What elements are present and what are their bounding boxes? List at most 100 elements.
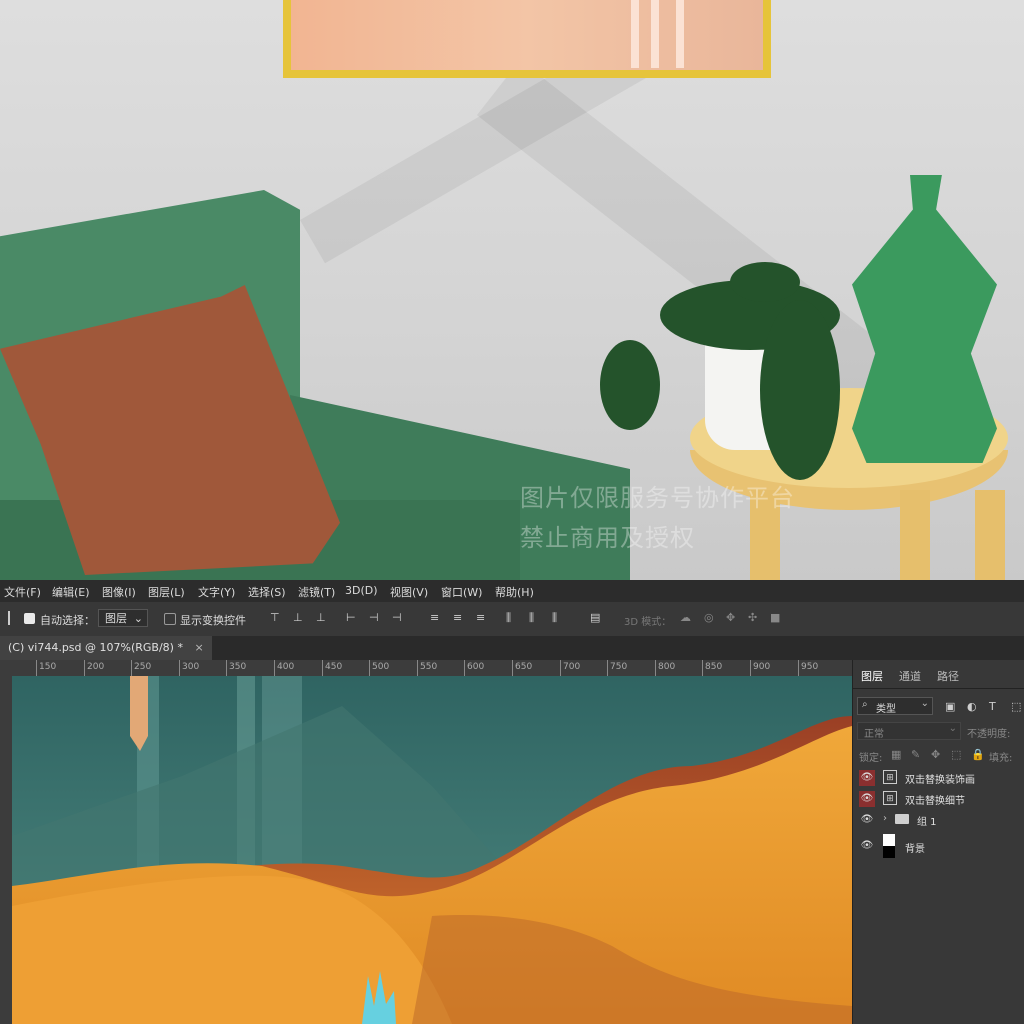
layer-name: 双击替换细节: [905, 796, 965, 807]
auto-select-checkbox[interactable]: [24, 613, 35, 624]
ruler-tick: [179, 660, 180, 676]
eye-icon[interactable]: 👁: [859, 791, 875, 807]
ruler-label: 500: [372, 662, 390, 672]
align-hcenter-icon[interactable]: ⊣: [369, 611, 379, 624]
lock-artboard-icon[interactable]: ⬚: [951, 748, 961, 761]
layer-row[interactable]: 👁 ⊞ 双击替换装饰画: [853, 768, 1024, 788]
menu-layer[interactable]: 图层(L): [148, 584, 185, 600]
auto-select-value: 图层: [105, 612, 127, 625]
filter-shape-icon[interactable]: ⬚: [1011, 700, 1021, 713]
table-leg: [975, 490, 1005, 580]
ruler-tick: [274, 660, 275, 676]
ruler-tick: [131, 660, 132, 676]
ruler-label: 400: [277, 662, 295, 672]
menu-edit[interactable]: 编辑(E): [52, 584, 90, 600]
align-bottom-icon[interactable]: ⊥: [316, 611, 326, 624]
align-vcenter-icon[interactable]: ⊥: [293, 611, 303, 624]
eye-icon[interactable]: 👁: [859, 770, 875, 786]
opacity-label: 不透明度:: [967, 729, 1011, 740]
menu-view[interactable]: 视图(V): [390, 584, 428, 600]
filter-kind-dropdown[interactable]: ⌕ 类型 ⌄: [857, 697, 933, 715]
3d-drag-icon[interactable]: ✥: [726, 611, 735, 624]
folder-icon: [895, 814, 909, 824]
layer-name: 组 1: [917, 817, 937, 828]
smart-object-icon: ⊞: [883, 770, 897, 784]
tab-paths[interactable]: 路径: [937, 668, 959, 684]
ruler-label: 600: [467, 662, 485, 672]
filter-kind-value: 类型: [876, 704, 896, 715]
tree-trunk: [130, 676, 148, 751]
auto-align-icon[interactable]: ▤: [590, 611, 600, 624]
chevron-right-icon[interactable]: ›: [883, 813, 887, 824]
lock-position-icon[interactable]: ✥: [931, 748, 940, 761]
frame-stripe: [676, 0, 684, 68]
distribute-right-icon[interactable]: ⫼: [552, 611, 557, 625]
menu-help[interactable]: 帮助(H): [495, 584, 534, 600]
watermark-text: 图片仅限服务号协作平台: [520, 484, 795, 512]
ruler-label: 950: [801, 662, 819, 672]
move-tool-icon[interactable]: [8, 611, 18, 625]
layer-name: 背景: [905, 844, 925, 855]
ruler-tick: [84, 660, 85, 676]
menu-image[interactable]: 图像(I): [102, 584, 136, 600]
align-left-icon[interactable]: ⊢: [346, 611, 356, 624]
tab-layers[interactable]: 图层: [861, 668, 883, 684]
artwork-svg: [12, 676, 852, 1024]
ruler-tick: [322, 660, 323, 676]
layer-row[interactable]: 👁 ⊞ 双击替换细节: [853, 789, 1024, 809]
menu-3d[interactable]: 3D(D): [345, 584, 378, 597]
ruler-tick: [36, 660, 37, 676]
menu-type[interactable]: 文字(Y): [198, 584, 235, 600]
distribute-hcenter-icon[interactable]: ⫼: [529, 611, 534, 625]
lock-all-icon[interactable]: 🔒: [971, 748, 985, 761]
3d-scale-icon[interactable]: ■: [770, 611, 780, 624]
ruler-label: 650: [515, 662, 533, 672]
layer-row[interactable]: 👁 背景: [853, 832, 1024, 860]
ruler-tick: [512, 660, 513, 676]
eye-icon[interactable]: 👁: [859, 838, 875, 854]
plant-leaves: [730, 262, 800, 302]
blend-mode-dropdown[interactable]: 正常 ⌄: [857, 722, 961, 740]
layer-thumbnail: [883, 834, 895, 858]
align-top-icon[interactable]: ⊤: [270, 611, 280, 624]
close-icon[interactable]: ×: [194, 641, 203, 654]
layer-row[interactable]: 👁 › 组 1: [853, 810, 1024, 830]
distribute-left-icon[interactable]: ⫼: [506, 611, 511, 625]
chevron-down-icon: ⌄: [948, 723, 957, 734]
filter-type-icon[interactable]: T: [989, 700, 996, 713]
menu-window[interactable]: 窗口(W): [441, 584, 482, 600]
distribute-top-icon[interactable]: ≡: [430, 611, 439, 624]
document-canvas[interactable]: [12, 676, 852, 1024]
document-tab[interactable]: (C) vi744.psd @ 107%(RGB/8) * ×: [0, 636, 212, 660]
align-right-icon[interactable]: ⊣: [392, 611, 402, 624]
menu-file[interactable]: 文件(F): [4, 584, 41, 600]
lock-image-icon[interactable]: ✎: [911, 748, 920, 761]
panel-divider: [853, 688, 1024, 689]
tab-channels[interactable]: 通道: [899, 668, 921, 684]
3d-roll-icon[interactable]: ◎: [704, 611, 714, 624]
ruler-label: 250: [134, 662, 152, 672]
layers-panel: 图层 通道 路径 ⌕ 类型 ⌄ ▣ ◐ T ⬚ 正常 ⌄ 不透明度: 锁定: ▦…: [852, 660, 1024, 1024]
filter-pixel-icon[interactable]: ▣: [945, 700, 955, 713]
ruler-label: 150: [39, 662, 57, 672]
3d-slide-icon[interactable]: ✣: [748, 611, 757, 624]
picture-frame: [283, 0, 771, 78]
menu-select[interactable]: 选择(S): [248, 584, 286, 600]
show-transform-checkbox[interactable]: [164, 613, 176, 625]
ruler-label: 800: [658, 662, 676, 672]
3d-rotate-icon[interactable]: ☁: [680, 611, 691, 624]
distribute-bottom-icon[interactable]: ≡: [476, 611, 485, 624]
eye-icon[interactable]: 👁: [859, 812, 875, 828]
table-leg: [900, 490, 930, 580]
green-vase: [852, 175, 997, 463]
fill-label: 填充:: [989, 753, 1013, 764]
auto-select-dropdown[interactable]: 图层 ⌄: [98, 609, 148, 627]
menu-filter[interactable]: 滤镜(T): [298, 584, 335, 600]
filter-adjustment-icon[interactable]: ◐: [967, 700, 977, 713]
lock-transparency-icon[interactable]: ▦: [891, 748, 901, 761]
ruler-tick: [750, 660, 751, 676]
distribute-vcenter-icon[interactable]: ≡: [453, 611, 462, 624]
ruler-tick: [369, 660, 370, 676]
ruler-tick: [560, 660, 561, 676]
ruler-label: 900: [753, 662, 771, 672]
